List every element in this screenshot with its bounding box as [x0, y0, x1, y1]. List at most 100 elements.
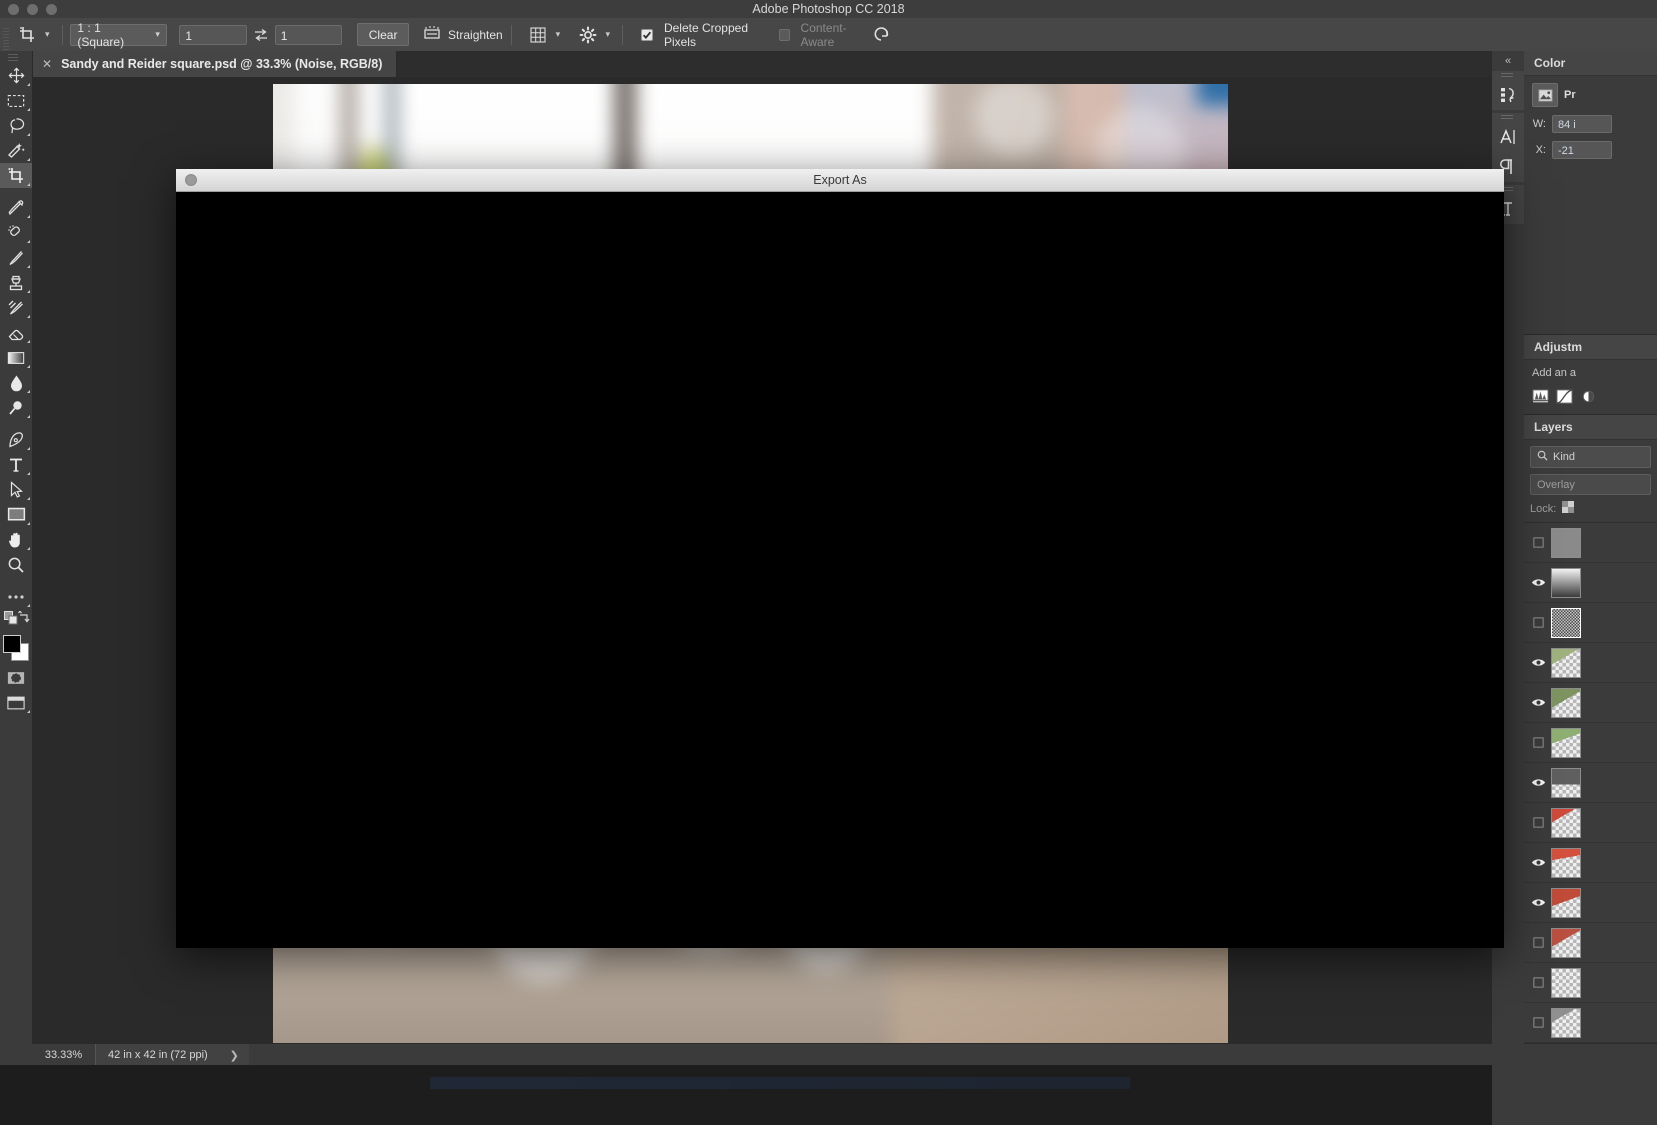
chevron-down-icon[interactable]: ▾	[602, 29, 615, 40]
table-row[interactable]	[1524, 963, 1657, 1003]
zoom-level[interactable]: 33.33%	[32, 1044, 96, 1066]
clone-stamp-tool[interactable]	[0, 270, 32, 295]
swap-colors-icon[interactable]	[18, 609, 31, 627]
chevron-right-icon[interactable]: ❯	[219, 1044, 249, 1066]
layer-thumbnail[interactable]	[1551, 807, 1581, 838]
close-icon[interactable]: ✕	[42, 57, 52, 71]
path-selection-tool[interactable]	[0, 477, 32, 502]
blend-mode-select[interactable]: Overlay	[1530, 474, 1651, 495]
panel-group-grip[interactable]	[1492, 113, 1524, 122]
document-tab[interactable]: ✕ Sandy and Reider square.psd @ 33.3% (N…	[32, 51, 398, 77]
crop-overlay-options[interactable]: ▾	[526, 23, 565, 47]
type-tool[interactable]	[0, 452, 32, 477]
crop-settings[interactable]: ▾	[576, 23, 615, 47]
color-field-x[interactable]: X: -21	[1532, 141, 1649, 159]
layer-thumbnail[interactable]	[1551, 527, 1581, 558]
edit-toolbar-button[interactable]	[0, 584, 32, 609]
options-bar-grip[interactable]	[0, 18, 9, 51]
table-row[interactable]	[1524, 803, 1657, 843]
character-panel-icon[interactable]	[1492, 122, 1524, 152]
color-mode-row[interactable]: Pr	[1532, 83, 1649, 107]
table-row[interactable]	[1524, 763, 1657, 803]
export-dialog-title-bar[interactable]: Export As	[176, 169, 1504, 192]
screen-mode-button[interactable]	[0, 690, 32, 715]
table-row[interactable]	[1524, 843, 1657, 883]
crop-tool[interactable]	[0, 163, 32, 188]
layer-thumbnail[interactable]	[1551, 727, 1581, 758]
swap-width-height-button[interactable]	[251, 24, 271, 46]
layer-visibility-toggle[interactable]	[1527, 736, 1549, 749]
straighten-icon[interactable]	[422, 25, 442, 44]
delete-cropped-pixels-row[interactable]: Delete Cropped Pixels	[640, 21, 769, 49]
crop-width-input[interactable]: 1	[179, 24, 248, 45]
export-as-dialog[interactable]: Export As	[176, 169, 1504, 948]
exposure-icon[interactable]	[1580, 389, 1597, 407]
content-aware-checkbox[interactable]	[778, 28, 790, 41]
history-brush-tool[interactable]	[0, 295, 32, 320]
layer-thumbnail[interactable]	[1551, 847, 1581, 878]
hand-tool[interactable]	[0, 527, 32, 552]
panel-group-grip[interactable]	[1492, 71, 1524, 80]
pen-tool[interactable]	[0, 427, 32, 452]
layer-visibility-toggle[interactable]	[1527, 777, 1549, 788]
lasso-tool[interactable]	[0, 113, 32, 138]
reset-arrow-icon[interactable]	[871, 24, 891, 45]
layer-thumbnail[interactable]	[1551, 1007, 1581, 1038]
crop-height-input[interactable]: 1	[274, 24, 343, 45]
field-value-x[interactable]: -21	[1552, 141, 1612, 159]
brush-tool[interactable]	[0, 245, 32, 270]
adjustment-icon-grid[interactable]	[1532, 387, 1649, 407]
table-row[interactable]	[1524, 603, 1657, 643]
rectangular-marquee-tool[interactable]	[0, 88, 32, 113]
straighten-label[interactable]: Straighten	[448, 28, 503, 42]
table-row[interactable]	[1524, 723, 1657, 763]
adjustments-panel-title[interactable]: Adjustm	[1524, 335, 1657, 360]
collapse-panels-icon[interactable]: «	[1492, 51, 1524, 71]
layer-visibility-toggle[interactable]	[1527, 697, 1549, 708]
field-value-w[interactable]: 84 i	[1552, 115, 1612, 133]
history-panel-icon[interactable]	[1492, 80, 1524, 110]
rectangle-tool[interactable]	[0, 502, 32, 527]
spot-healing-brush-tool[interactable]	[0, 220, 32, 245]
table-row[interactable]	[1524, 883, 1657, 923]
quick-mask-button[interactable]	[0, 665, 32, 690]
table-row[interactable]	[1524, 643, 1657, 683]
layer-thumbnail[interactable]	[1551, 567, 1581, 598]
chevron-down-icon[interactable]: ▾	[41, 29, 54, 40]
dodge-tool[interactable]	[0, 395, 32, 420]
layer-visibility-toggle[interactable]	[1527, 857, 1549, 868]
lock-transparent-pixels-icon[interactable]	[1562, 501, 1575, 516]
tools-panel-grip[interactable]	[0, 51, 32, 63]
content-aware-row[interactable]: Content-Aware	[778, 21, 871, 49]
export-dialog-content[interactable]	[176, 192, 1504, 948]
layer-thumbnail[interactable]	[1551, 927, 1581, 958]
quick-selection-tool[interactable]	[0, 138, 32, 163]
layer-thumbnail[interactable]	[1551, 967, 1581, 998]
levels-icon[interactable]	[1532, 389, 1549, 407]
move-tool[interactable]	[0, 63, 32, 88]
color-field-w[interactable]: W: 84 i	[1532, 115, 1649, 133]
blur-tool[interactable]	[0, 370, 32, 395]
table-row[interactable]	[1524, 1003, 1657, 1043]
gradient-tool[interactable]	[0, 345, 32, 370]
aspect-ratio-select[interactable]: 1 : 1 (Square) ▾	[70, 21, 167, 49]
default-colors-icon[interactable]	[4, 610, 18, 628]
table-row[interactable]	[1524, 923, 1657, 963]
layer-visibility-toggle[interactable]	[1527, 616, 1549, 629]
layer-visibility-toggle[interactable]	[1527, 816, 1549, 829]
layers-panel-title[interactable]: Layers	[1524, 415, 1657, 440]
table-row[interactable]	[1524, 563, 1657, 603]
layer-thumbnail[interactable]	[1551, 607, 1581, 638]
foreground-color-swatch[interactable]	[3, 635, 21, 653]
picker-image-icon[interactable]	[1532, 83, 1558, 107]
delete-cropped-pixels-checkbox[interactable]	[640, 28, 653, 41]
layer-visibility-toggle[interactable]	[1527, 657, 1549, 668]
eyedropper-tool[interactable]	[0, 195, 32, 220]
lock-row[interactable]: Lock:	[1530, 501, 1651, 516]
zoom-tool[interactable]	[0, 552, 32, 577]
layer-visibility-toggle[interactable]	[1527, 577, 1549, 588]
table-row[interactable]	[1524, 523, 1657, 563]
window-close-dot-icon[interactable]	[185, 174, 197, 186]
layer-filter-row[interactable]: Kind	[1530, 446, 1651, 468]
layer-visibility-toggle[interactable]	[1527, 976, 1549, 989]
